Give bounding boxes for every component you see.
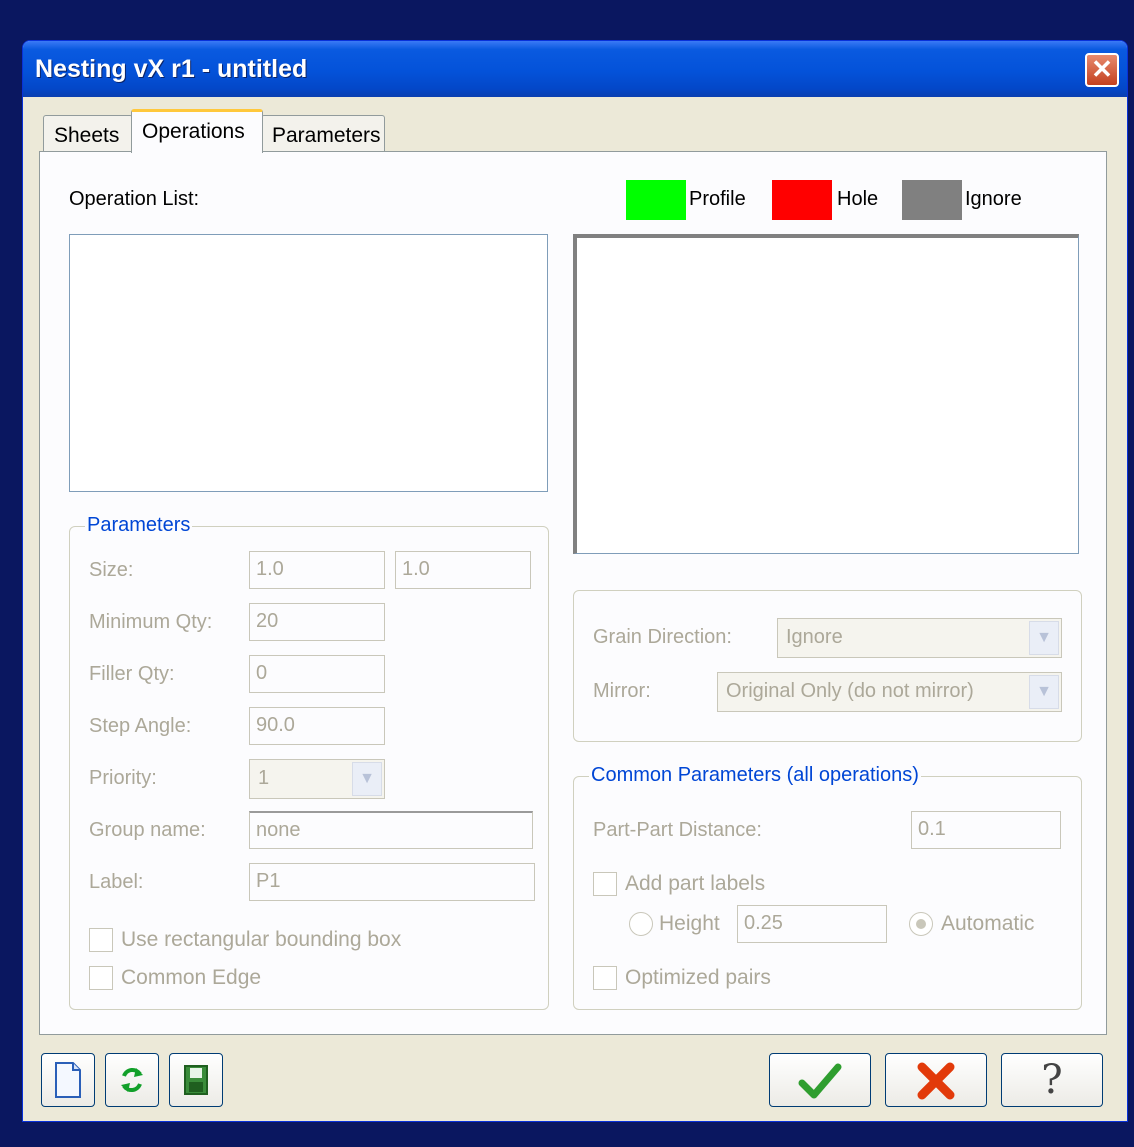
profile-swatch <box>626 180 686 220</box>
label-field-label: Label: <box>89 871 144 893</box>
priority-select[interactable]: 1 ▼ <box>249 759 385 799</box>
operation-list[interactable] <box>69 234 548 492</box>
add-labels-label: Add part labels <box>625 872 766 895</box>
document-icon <box>55 1062 81 1098</box>
size-label: Size: <box>89 559 134 581</box>
height-field[interactable]: 0.25 <box>737 905 887 943</box>
preview-area <box>573 234 1079 554</box>
ignore-legend-label: Ignore <box>965 188 1022 210</box>
minimum-qty-label: Minimum Qty: <box>89 611 213 633</box>
filler-qty-label: Filler Qty: <box>89 663 175 685</box>
parameters-group-title: Parameters <box>85 514 193 537</box>
hole-legend-label: Hole <box>837 188 879 210</box>
common-edge-label: Common Edge <box>121 966 262 989</box>
title-bar[interactable]: Nesting vX r1 - untitled ✕ <box>23 41 1127 97</box>
filler-qty-field[interactable]: 0 <box>249 655 385 693</box>
close-icon: ✕ <box>1091 54 1113 84</box>
add-labels-checkbox[interactable] <box>593 872 617 896</box>
chevron-down-icon: ▼ <box>352 762 382 796</box>
priority-value: 1 <box>258 767 270 789</box>
step-angle-label: Step Angle: <box>89 715 192 737</box>
orientation-group <box>573 590 1082 742</box>
help-button[interactable]: ? <box>1001 1053 1103 1107</box>
grain-direction-select[interactable]: Ignore ▼ <box>777 618 1062 658</box>
automatic-label: Automatic <box>941 912 1035 935</box>
hole-swatch <box>772 180 832 220</box>
radio-dot <box>916 919 926 929</box>
common-parameters-title: Common Parameters (all operations) <box>589 764 921 787</box>
refresh-button[interactable] <box>105 1053 159 1107</box>
close-button[interactable]: ✕ <box>1085 53 1119 87</box>
grain-direction-label: Grain Direction: <box>593 626 732 648</box>
profile-legend-label: Profile <box>689 188 746 210</box>
height-radio[interactable] <box>629 912 653 936</box>
red-x-icon <box>917 1062 955 1100</box>
label-field[interactable]: P1 <box>249 863 535 901</box>
save-button[interactable] <box>169 1053 223 1107</box>
size-y-field[interactable]: 1.0 <box>395 551 531 589</box>
checkmark-icon <box>798 1063 842 1099</box>
tab-sheets-label: Sheets <box>54 124 120 147</box>
size-x-field[interactable]: 1.0 <box>249 551 385 589</box>
optimized-pairs-label: Optimized pairs <box>625 966 771 989</box>
optimized-pairs-checkbox[interactable] <box>593 966 617 990</box>
step-angle-field[interactable]: 90.0 <box>249 707 385 745</box>
ignore-swatch <box>902 180 962 220</box>
chevron-down-icon: ▼ <box>1029 621 1059 655</box>
mirror-label: Mirror: <box>593 680 651 702</box>
save-icon <box>184 1065 208 1095</box>
operation-list-label: Operation List: <box>69 188 200 210</box>
group-name-label: Group name: <box>89 819 206 841</box>
minimum-qty-field[interactable]: 20 <box>249 603 385 641</box>
refresh-icon <box>121 1068 143 1092</box>
grain-direction-value: Ignore <box>786 626 843 648</box>
mirror-select[interactable]: Original Only (do not mirror) ▼ <box>717 672 1062 712</box>
part-distance-label: Part-Part Distance: <box>593 819 762 841</box>
tab-operations[interactable]: Operations <box>131 109 263 153</box>
question-mark-icon: ? <box>1041 1057 1063 1103</box>
tab-parameters-label: Parameters <box>272 124 381 147</box>
new-button[interactable] <box>41 1053 95 1107</box>
nesting-dialog: Nesting vX r1 - untitled ✕ Sheets Operat… <box>22 40 1128 1122</box>
automatic-radio[interactable] <box>909 912 933 936</box>
part-distance-field[interactable]: 0.1 <box>911 811 1061 849</box>
rect-bbox-label: Use rectangular bounding box <box>121 928 402 951</box>
tab-sheets[interactable]: Sheets <box>43 115 133 151</box>
tab-parameters[interactable]: Parameters <box>261 115 385 151</box>
cancel-button[interactable] <box>885 1053 987 1107</box>
tab-operations-label: Operations <box>142 120 245 143</box>
group-name-field[interactable]: none <box>249 811 533 849</box>
common-edge-checkbox[interactable] <box>89 966 113 990</box>
priority-label: Priority: <box>89 767 157 789</box>
height-label: Height <box>659 912 720 935</box>
rect-bbox-checkbox[interactable] <box>89 928 113 952</box>
window-title: Nesting vX r1 - untitled <box>35 55 308 83</box>
chevron-down-icon: ▼ <box>1029 675 1059 709</box>
mirror-value: Original Only (do not mirror) <box>726 680 974 702</box>
ok-button[interactable] <box>769 1053 871 1107</box>
operations-panel: Operation List: Profile Hole Ignore Para… <box>39 151 1107 1035</box>
